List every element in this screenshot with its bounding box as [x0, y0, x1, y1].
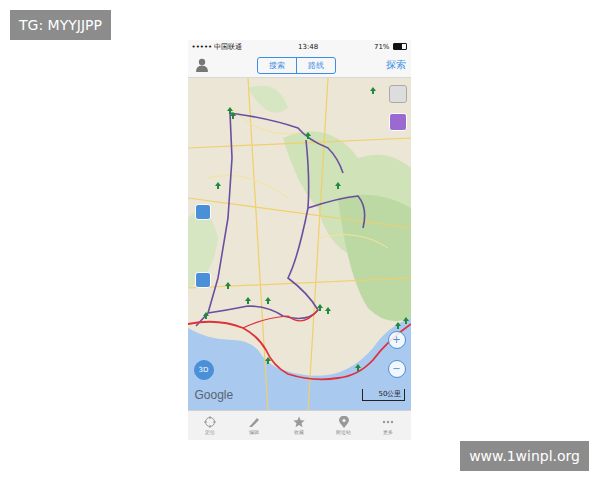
- more-icon: [382, 416, 394, 428]
- tab-item[interactable]: 更多: [375, 416, 401, 435]
- pencil-icon: [248, 416, 260, 428]
- locate-icon[interactable]: [195, 204, 211, 220]
- nav-bar: 搜索路线 探索: [188, 53, 411, 78]
- status-bar: ••••• 中国联通 13:48 71%: [188, 40, 411, 53]
- tab-item[interactable]: 定位: [197, 416, 223, 435]
- star-icon: [293, 416, 305, 428]
- battery-label: 71%: [374, 43, 390, 51]
- tab-label: 附近站: [336, 429, 351, 435]
- battery-icon: [393, 43, 407, 50]
- 3d-button[interactable]: 3D: [194, 360, 214, 380]
- zoom-in-button[interactable]: +: [388, 331, 406, 349]
- tab-item[interactable]: 收藏: [286, 416, 312, 435]
- segment-button[interactable]: 搜索: [258, 58, 296, 73]
- person-icon[interactable]: [196, 58, 208, 72]
- tab-label: 定位: [205, 429, 215, 435]
- battery-group: 71%: [374, 43, 407, 51]
- tab-label: 编辑: [249, 429, 259, 435]
- segmented-control: 搜索路线: [257, 57, 336, 74]
- camera-icon[interactable]: [389, 113, 407, 131]
- tab-item[interactable]: 编辑: [241, 416, 267, 435]
- tab-bar: 定位 编辑 收藏 附近站 更多: [188, 410, 411, 440]
- scale-bar: 50公里: [362, 389, 405, 401]
- segment-button[interactable]: 路线: [296, 58, 335, 73]
- watermark-label: www.1winpl.org: [460, 441, 589, 471]
- tab-label: 收藏: [294, 429, 304, 435]
- google-logo: Google: [195, 388, 234, 402]
- pin-icon: [338, 416, 350, 428]
- watermark-label: TG: MYYJJPP: [10, 10, 111, 40]
- locate-icon: [204, 416, 216, 428]
- tab-label: 更多: [383, 429, 393, 435]
- phone-screen: ••••• 中国联通 13:48 71% 搜索路线 探索 3D + − Google 50公里定位…: [188, 40, 411, 440]
- layers-icon[interactable]: [389, 85, 407, 103]
- list-icon[interactable]: [195, 272, 211, 288]
- map-tiles: [188, 78, 411, 410]
- battery-fill: [394, 44, 403, 49]
- tab-item[interactable]: 附近站: [331, 416, 357, 435]
- clock-label: 13:48: [298, 43, 318, 51]
- zoom-out-button[interactable]: −: [388, 360, 406, 378]
- carrier-label: ••••• 中国联通: [192, 42, 243, 52]
- explore-button[interactable]: 探索: [386, 58, 406, 72]
- map-view[interactable]: 3D + − Google 50公里: [188, 78, 411, 410]
